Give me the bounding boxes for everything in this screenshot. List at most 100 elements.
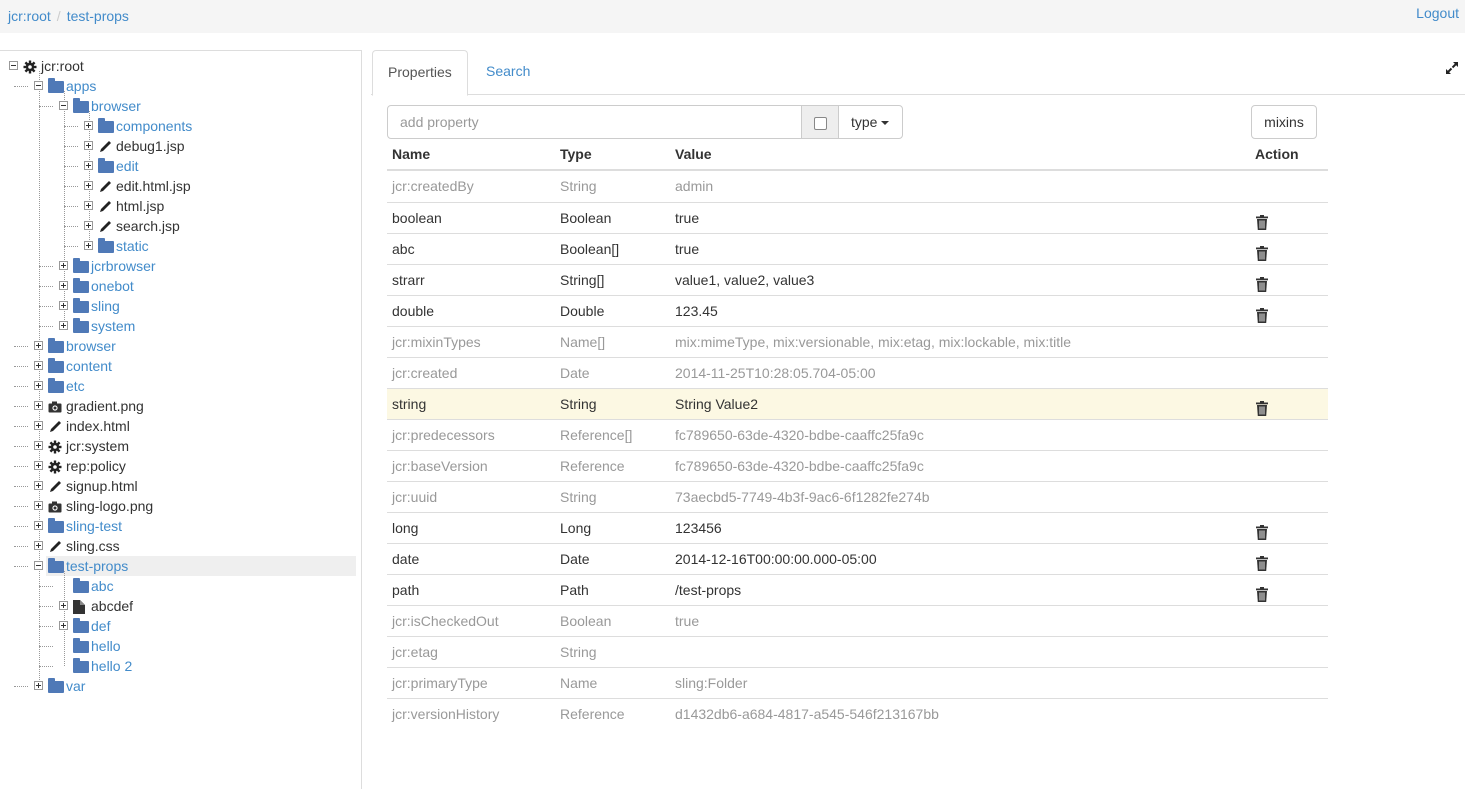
table-row[interactable]: jcr:isCheckedOut Boolean true <box>387 605 1328 636</box>
expand-icon[interactable] <box>34 381 43 390</box>
expand-icon[interactable] <box>59 621 68 630</box>
cell-value[interactable]: String Value2 <box>675 389 758 419</box>
trash-icon[interactable] <box>1256 272 1268 292</box>
tree-node-label[interactable]: abc <box>91 576 114 596</box>
expand-icon[interactable] <box>84 181 93 190</box>
trash-icon[interactable] <box>1256 396 1268 416</box>
expand-icon[interactable] <box>34 341 43 350</box>
mixins-button[interactable]: mixins <box>1251 105 1317 139</box>
cell-value[interactable]: true <box>675 203 699 233</box>
cell-name[interactable]: strarr <box>392 265 425 295</box>
expand-icon[interactable] <box>34 541 43 550</box>
table-row[interactable]: jcr:versionHistory Reference d1432db6-a684… <box>387 698 1328 729</box>
multi-value-checkbox[interactable] <box>814 117 827 130</box>
breadcrumb-item-root[interactable]: jcr:root <box>8 8 51 24</box>
tree-node-label[interactable]: content <box>66 356 112 376</box>
tree-node-label[interactable]: edit <box>116 156 139 176</box>
cell-type[interactable]: Boolean[] <box>560 234 619 264</box>
cell-type[interactable]: String <box>560 389 597 419</box>
expand-icon[interactable] <box>59 321 68 330</box>
cell-value[interactable]: 2014-12-16T00:00:00.000-05:00 <box>675 544 877 574</box>
tree-node-label[interactable]: system <box>91 316 135 336</box>
table-row[interactable]: jcr:primaryType Name sling:Folder <box>387 667 1328 698</box>
cell-name[interactable]: string <box>392 389 426 419</box>
expand-icon[interactable] <box>84 221 93 230</box>
tree-node-label[interactable]: def <box>91 616 110 636</box>
cell-value[interactable]: true <box>675 234 699 264</box>
cell-value[interactable]: 123456 <box>675 513 722 543</box>
cell-value[interactable]: value1, value2, value3 <box>675 265 814 295</box>
expand-icon[interactable] <box>34 421 43 430</box>
expand-icon[interactable] <box>84 241 93 250</box>
cell-type[interactable]: Double <box>560 296 604 326</box>
fullscreen-expand-icon[interactable] <box>1444 60 1460 76</box>
table-row[interactable]: jcr:predecessors Reference[] fc789650-63de… <box>387 419 1328 450</box>
table-row[interactable]: jcr:baseVersion Reference fc789650-63de-43… <box>387 450 1328 481</box>
expand-icon[interactable] <box>59 281 68 290</box>
cell-name[interactable]: boolean <box>392 203 442 233</box>
tree-node-label[interactable]: sling-test <box>66 516 122 536</box>
tree-node-label[interactable]: abcdef <box>91 596 133 616</box>
cell-type[interactable]: Long <box>560 513 591 543</box>
cell-name[interactable]: long <box>392 513 418 543</box>
type-dropdown-button[interactable]: type <box>838 105 903 139</box>
expand-icon[interactable] <box>34 361 43 370</box>
tree-node-label[interactable]: signup.html <box>66 476 138 496</box>
cell-value[interactable]: /test-props <box>675 575 741 605</box>
collapse-icon[interactable] <box>34 561 43 570</box>
expand-icon[interactable] <box>59 601 68 610</box>
tree-node-label[interactable]: static <box>116 236 149 256</box>
tree-node-label[interactable]: debug1.jsp <box>116 136 185 156</box>
tree-node-label[interactable]: components <box>116 116 192 136</box>
table-row[interactable]: abc Boolean[] true <box>387 233 1328 264</box>
breadcrumb-item-current[interactable]: test-props <box>67 8 129 24</box>
table-row[interactable]: jcr:etag String <box>387 636 1328 667</box>
tree-node-label[interactable]: onebot <box>91 276 134 296</box>
trash-icon[interactable] <box>1256 303 1268 323</box>
expand-icon[interactable] <box>34 501 43 510</box>
tree-node-label[interactable]: sling-logo.png <box>66 496 153 516</box>
table-row[interactable]: jcr:created Date 2014-11-25T10:28:05.704-0… <box>387 357 1328 388</box>
tree-node-label[interactable]: search.jsp <box>116 216 180 236</box>
expand-icon[interactable] <box>34 401 43 410</box>
tree-node-label[interactable]: html.jsp <box>116 196 164 216</box>
add-property-input[interactable] <box>387 105 802 139</box>
tree-node-label[interactable]: browser <box>66 336 116 356</box>
tree-node-label[interactable]: jcr:system <box>66 436 129 456</box>
cell-type[interactable]: Date <box>560 544 590 574</box>
cell-type[interactable]: String[] <box>560 265 604 295</box>
collapse-icon[interactable] <box>59 101 68 110</box>
tree-node-label[interactable]: sling <box>91 296 120 316</box>
tree-node-label[interactable]: browser <box>91 96 141 116</box>
expand-icon[interactable] <box>34 681 43 690</box>
cell-name[interactable]: date <box>392 544 419 574</box>
tree-node-label[interactable]: hello <box>91 636 121 656</box>
cell-name[interactable]: double <box>392 296 434 326</box>
tab-search[interactable]: Search <box>471 50 545 95</box>
tree-node-label[interactable]: apps <box>66 76 96 96</box>
table-row[interactable]: boolean Boolean true <box>387 202 1328 233</box>
collapse-icon[interactable] <box>9 61 18 70</box>
cell-name[interactable]: abc <box>392 234 415 264</box>
expand-icon[interactable] <box>84 141 93 150</box>
table-row[interactable]: string String String Value2 <box>387 388 1328 419</box>
table-row[interactable]: jcr:mixinTypes Name[] mix:mimeType, mix:ve… <box>387 326 1328 357</box>
tree-node-label[interactable]: index.html <box>66 416 130 436</box>
tree-node-label[interactable]: etc <box>66 376 85 396</box>
logout-link[interactable]: Logout <box>1416 5 1459 21</box>
tree-node-label[interactable]: jcrbrowser <box>91 256 156 276</box>
expand-icon[interactable] <box>34 441 43 450</box>
table-row[interactable]: strarr String[] value1, value2, value3 <box>387 264 1328 295</box>
tree-node-label[interactable]: test-props <box>66 556 128 576</box>
expand-icon[interactable] <box>34 481 43 490</box>
cell-type[interactable]: Boolean <box>560 203 611 233</box>
tree-node-label[interactable]: rep:policy <box>66 456 126 476</box>
collapse-icon[interactable] <box>34 81 43 90</box>
expand-icon[interactable] <box>59 301 68 310</box>
expand-icon[interactable] <box>59 261 68 270</box>
expand-icon[interactable] <box>84 161 93 170</box>
trash-icon[interactable] <box>1256 241 1268 261</box>
tree-node-label[interactable]: var <box>66 676 85 696</box>
cell-value[interactable]: 123.45 <box>675 296 718 326</box>
cell-type[interactable]: Path <box>560 575 589 605</box>
